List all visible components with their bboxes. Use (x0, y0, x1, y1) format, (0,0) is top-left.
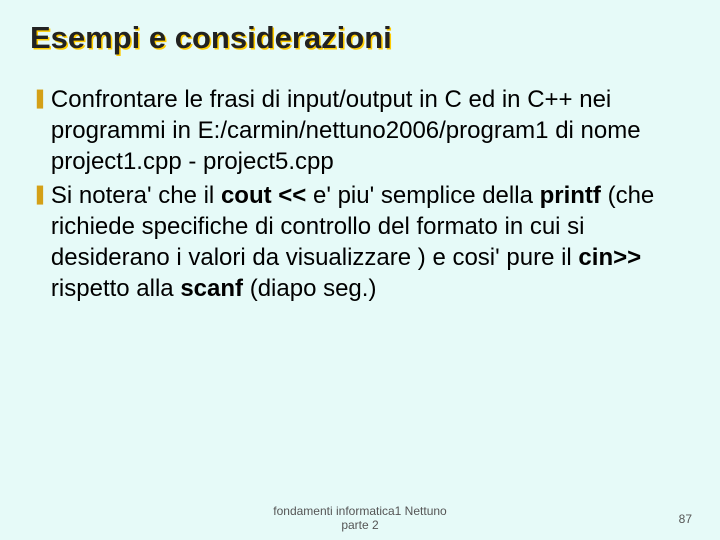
text-bold: scanf (180, 275, 243, 302)
text-frag: rispetto alla (51, 275, 180, 302)
bullet-text-1: Confrontare le frasi di input/output in … (51, 84, 692, 178)
slide-body: ❚ Confrontare le frasi di input/output i… (28, 84, 692, 304)
slide-title: Esempi e considerazioni (28, 20, 692, 56)
bullet-icon: ❚ (32, 84, 51, 178)
bullet-icon: ❚ (32, 180, 51, 305)
text-frag: nettuno2006/program1 (306, 117, 549, 144)
text-bold: cout << (221, 182, 306, 209)
bullet-text-2: Si notera' che il cout << e' piu' sempli… (51, 180, 692, 305)
page-number: 87 (679, 512, 692, 526)
bullet-item: ❚ Si notera' che il cout << e' piu' semp… (32, 180, 692, 305)
text-frag: Si notera' che il (51, 182, 221, 209)
text-bold: printf (540, 182, 601, 209)
text-frag: (diapo seg.) (243, 275, 376, 302)
text-bold: cin>> (578, 244, 641, 271)
text-frag: /carmin/ (220, 117, 305, 144)
text-frag: e' piu' semplice della (306, 182, 539, 209)
footer-center-text: fondamenti informatica1 Nettuno parte 2 (273, 504, 446, 532)
bullet-item: ❚ Confrontare le frasi di input/output i… (32, 84, 692, 178)
slide: Esempi e considerazioni ❚ Confrontare le… (0, 0, 720, 540)
